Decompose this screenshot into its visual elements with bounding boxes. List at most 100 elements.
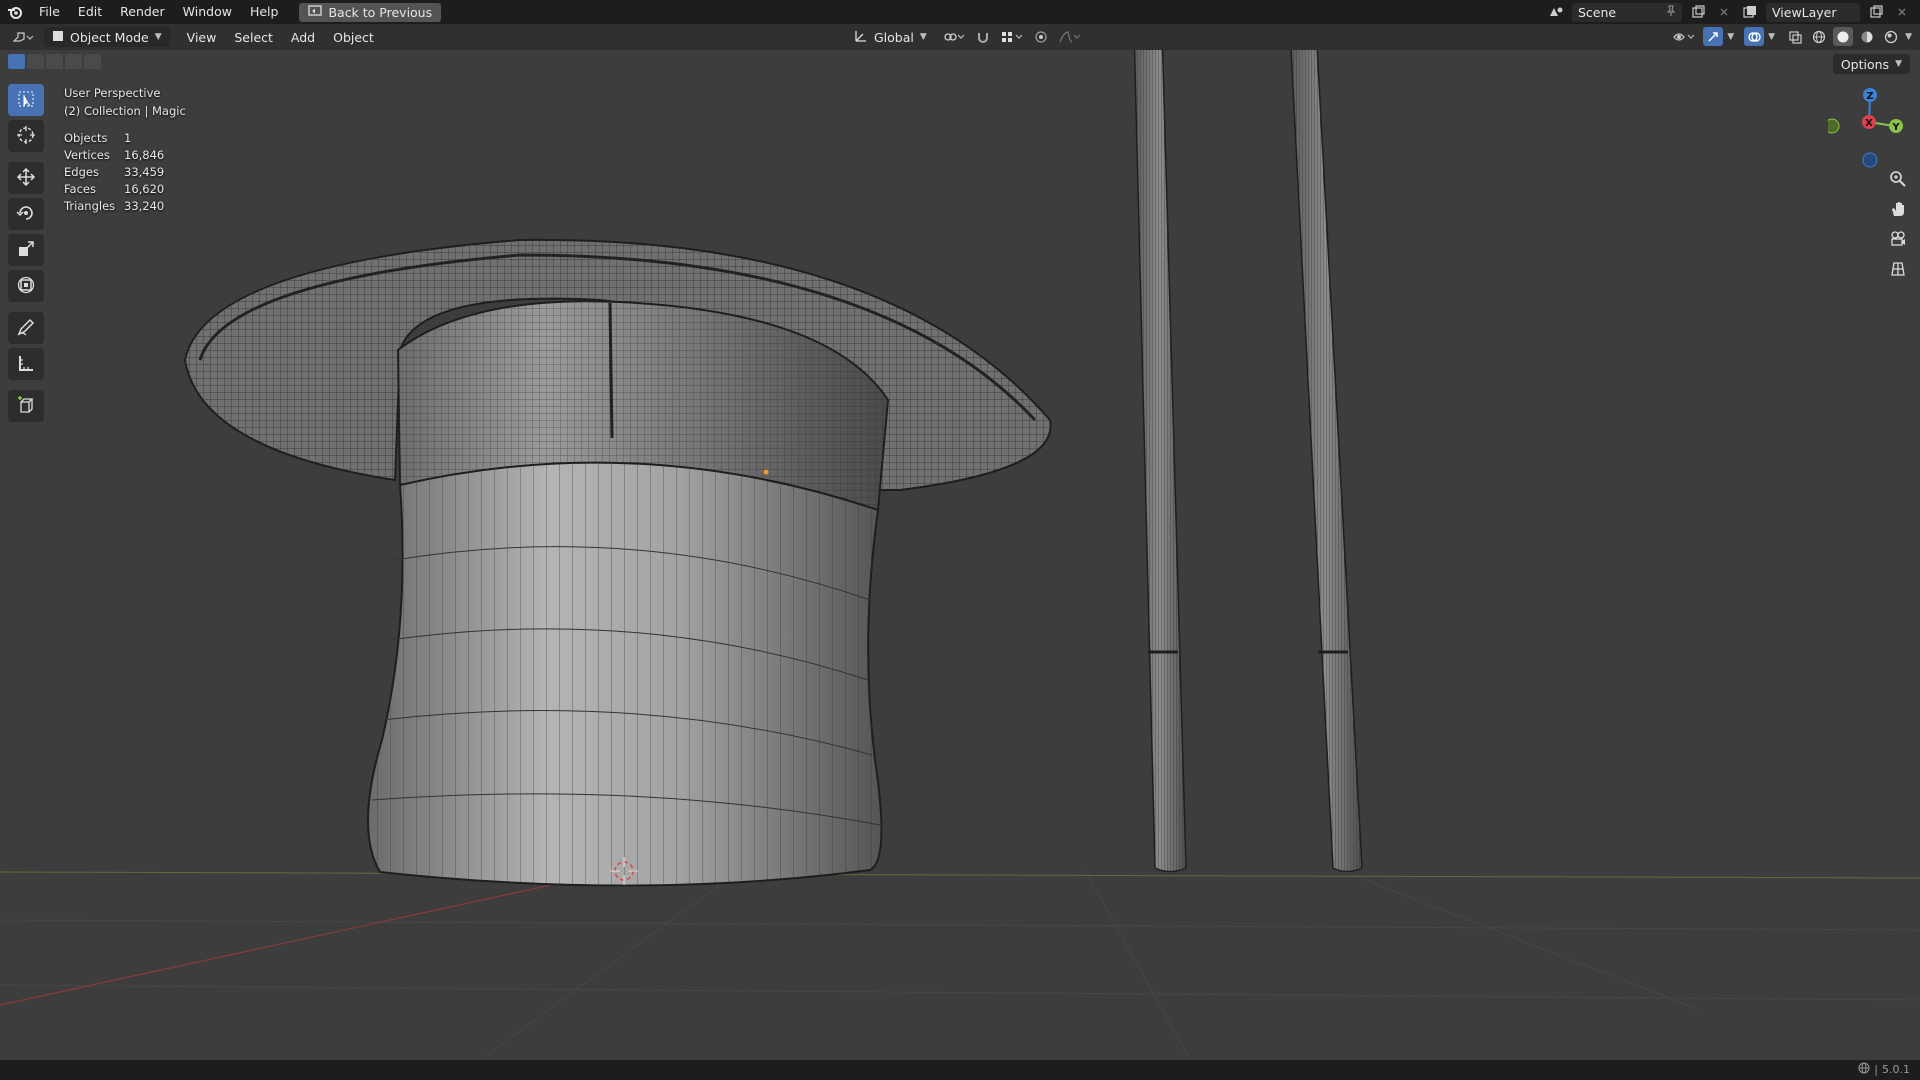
menu-view[interactable]: View [178,30,226,45]
viewlayer-name-field[interactable]: ViewLayer [1766,2,1860,22]
select-box-tool[interactable] [8,84,44,116]
new-scene-icon[interactable] [1688,3,1708,22]
menu-select[interactable]: Select [225,30,282,45]
y-axis-line [0,871,1920,879]
tool-shelf [8,84,46,426]
visibility-selectability-icon[interactable] [1669,27,1699,46]
version-info: | 5.0.1 [1858,1062,1910,1077]
options-label: Options [1840,56,1890,72]
stat-label: Edges [64,165,99,179]
cursor-arrow-icon [16,89,36,112]
stat-value: 16,846 [124,148,165,162]
pivot-point-icon[interactable] [939,28,969,47]
stat-label: Faces [64,182,96,196]
blender-version: 5.0.1 [1882,1063,1910,1076]
viewport-header: Object Mode ▼ View Select Add Object Glo… [0,24,1920,50]
shading-options-chevron-icon[interactable]: ▼ [1905,32,1912,42]
transform-icon [16,275,36,298]
camera-view-icon[interactable] [1884,226,1912,252]
screen-icon [308,4,323,20]
transform-orientation-dropdown[interactable]: Global ▼ [846,27,935,47]
menu-help[interactable]: Help [241,0,288,24]
rendered-shading-icon[interactable] [1881,27,1901,46]
gizmo-neg-z-axis [1862,152,1878,168]
pencil-icon [16,317,36,340]
gizmo-x-label: X [1865,118,1873,129]
gizmo-neg-y-axis [1824,118,1840,134]
stat-value: 33,240 [124,199,165,213]
transform-tool[interactable] [8,270,44,302]
menu-render[interactable]: Render [111,0,174,24]
ruler-icon [16,353,36,376]
delete-scene-icon[interactable] [1714,3,1734,22]
select-subtract-icon[interactable] [46,54,63,69]
navigation-gizmo[interactable]: Z Y X [1824,84,1908,174]
transform-orientation-label: Global [874,29,914,45]
show-overlays-icon[interactable] [1744,27,1765,46]
options-dropdown[interactable]: Options ▼ [1832,54,1910,74]
stat-value: 1 [124,131,132,145]
add-cube-tool[interactable] [8,390,44,422]
falloff-curve-icon[interactable] [1055,28,1085,47]
show-gizmo-icon[interactable] [1703,27,1724,46]
blender-logo-icon[interactable] [0,0,30,24]
select-intersect-icon[interactable] [84,54,101,69]
3d-viewport[interactable] [0,50,1920,1060]
select-invert-icon[interactable] [65,54,82,69]
menu-file[interactable]: File [30,0,69,24]
move-arrows-icon [16,167,36,190]
overlay-options-chevron-icon[interactable]: ▼ [1768,32,1775,42]
add-cube-icon [16,395,36,418]
pin-icon[interactable] [1666,5,1676,20]
scale-tool[interactable] [8,234,44,266]
x-axis-line [0,869,621,1006]
solid-shading-icon[interactable] [1833,27,1854,46]
material-preview-shading-icon[interactable] [1857,27,1877,46]
chevron-down-icon: ▼ [919,32,927,42]
rotate-tool[interactable] [8,198,44,230]
back-to-previous-button[interactable]: Back to Previous [299,2,442,22]
xray-toggle-icon[interactable] [1785,27,1805,46]
top-menu-bar: File Edit Render Window Help Back to Pre… [0,0,1920,24]
new-viewlayer-icon[interactable] [1866,3,1886,22]
delete-viewlayer-icon[interactable] [1892,3,1912,22]
gizmo-y-label: Y [1891,122,1900,133]
chevron-down-icon: ▼ [1895,59,1902,69]
object-mode-dropdown[interactable]: Object Mode ▼ [44,27,170,47]
proportional-editing-icon[interactable] [1031,28,1051,47]
select-extend-icon[interactable] [27,54,44,69]
move-tool[interactable] [8,162,44,194]
pan-hand-icon[interactable] [1884,196,1912,222]
scene-name-field[interactable]: Scene [1572,2,1682,22]
network-icon [1858,1062,1870,1077]
floor-grid [0,869,1920,1060]
annotate-tool[interactable] [8,312,44,344]
measure-tool[interactable] [8,348,44,380]
viewlayer-selector-icon[interactable] [1740,3,1760,22]
navigation-tools [1884,166,1912,282]
menu-object[interactable]: Object [324,30,383,45]
snap-increment-icon[interactable] [997,28,1027,47]
zoom-icon[interactable] [1884,166,1912,192]
menu-edit[interactable]: Edit [69,0,111,24]
cursor-tool[interactable] [8,120,44,152]
select-new-icon[interactable] [8,54,25,69]
rotate-icon [16,203,36,226]
snap-toggle-icon[interactable] [973,28,993,47]
view-name: User Perspective [64,86,161,100]
stat-value: 16,620 [124,182,165,196]
collection-name: (2) Collection | Magic [64,104,186,118]
scene-selector-icon[interactable] [1546,3,1566,22]
status-bar: | 5.0.1 [0,1060,1920,1080]
menu-window[interactable]: Window [174,0,241,24]
selection-mode-buttons [8,54,101,69]
editor-type-icon[interactable] [8,28,38,47]
hat-body [367,461,883,887]
orientation-axes-icon [854,29,868,46]
wireframe-shading-icon[interactable] [1809,27,1829,46]
object-mode-label: Object Mode [70,29,149,45]
perspective-grid-icon[interactable] [1884,256,1912,282]
gizmo-z-label: Z [1866,91,1873,102]
gizmo-options-chevron-icon[interactable]: ▼ [1727,32,1734,42]
menu-add[interactable]: Add [282,30,324,45]
